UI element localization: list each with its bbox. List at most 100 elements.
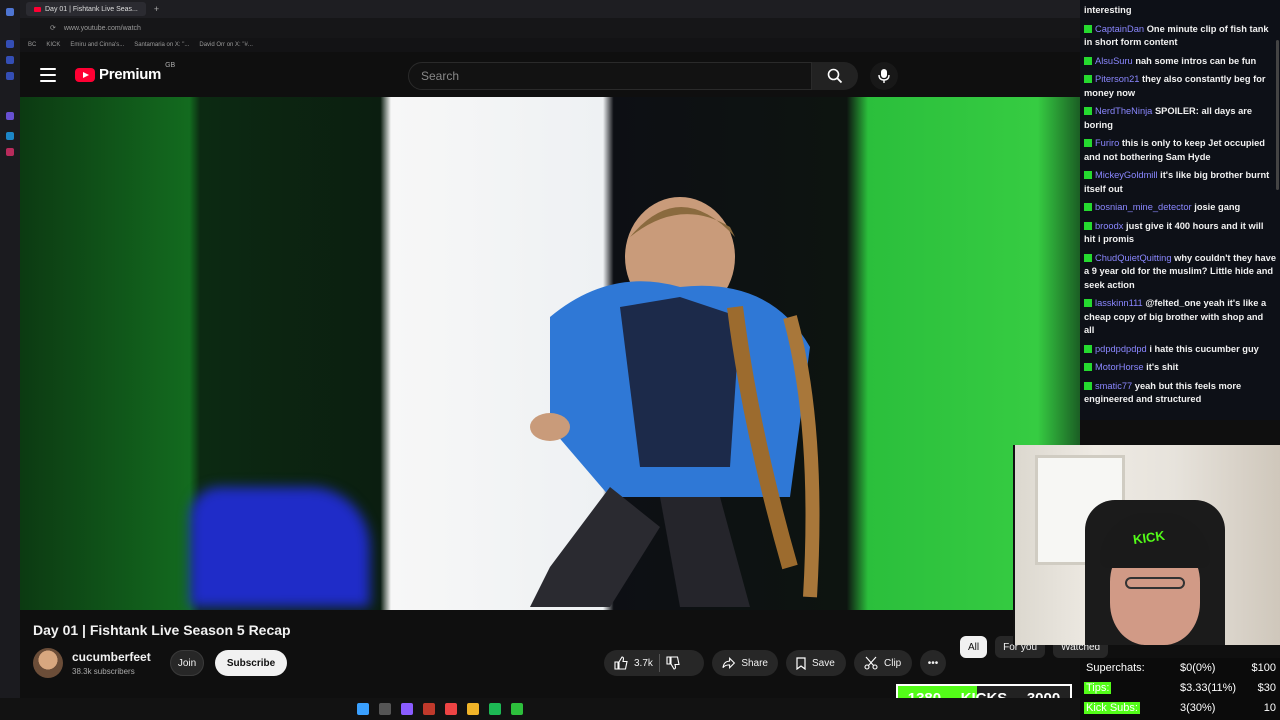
os-taskbar: [0, 698, 1080, 720]
kick-badge-icon: [1084, 299, 1092, 307]
chat-message: AlsuSuru nah some intros can be fun: [1084, 55, 1276, 69]
logo-text: Premium: [99, 66, 162, 83]
browser-taskbar-icon[interactable]: [445, 703, 457, 715]
sidebar-app-icon[interactable]: [6, 72, 14, 80]
stats-value: 3(30%): [1180, 702, 1216, 714]
bookmark-item[interactable]: BC: [28, 42, 36, 48]
browser-icon[interactable]: [6, 8, 14, 16]
kick-badge-icon: [1084, 363, 1092, 371]
app-taskbar-icon[interactable]: [401, 703, 413, 715]
join-button[interactable]: Join: [170, 650, 204, 676]
browser-tab[interactable]: Day 01 | Fishtank Live Seas...: [26, 2, 146, 16]
new-tab-icon[interactable]: +: [154, 4, 159, 14]
webcam-glasses: [1125, 577, 1185, 589]
chat-scrollbar[interactable]: [1276, 40, 1279, 190]
chat-message: Piterson21 they also constantly beg for …: [1084, 73, 1276, 100]
like-icon[interactable]: [614, 656, 628, 670]
kick-badge-icon: [1084, 139, 1092, 147]
xbox-taskbar-icon[interactable]: [511, 703, 523, 715]
chat-message: ChudQuietQuitting why couldn't they have…: [1084, 252, 1276, 293]
stream-stats-panel: Superchats: $0(0%) $100 Tips: $3.33(11%)…: [1080, 658, 1280, 720]
youtube-favicon-icon: [34, 6, 41, 12]
search-input[interactable]: Search: [408, 62, 812, 90]
voice-search-button[interactable]: [870, 62, 898, 90]
share-label: Share: [741, 657, 768, 669]
chat-message: MickeyGoldmill it's like big brother bur…: [1084, 169, 1276, 196]
reload-icon[interactable]: ⟳: [50, 24, 56, 32]
share-button[interactable]: Share: [712, 650, 778, 676]
video-player[interactable]: [20, 97, 1080, 610]
kick-badge-icon: [1084, 171, 1092, 179]
stats-row: Superchats: $0(0%) $100: [1080, 658, 1280, 678]
kick-badge-icon: [1084, 107, 1092, 115]
share-icon: [722, 657, 736, 669]
url-text[interactable]: www.youtube.com/watch: [64, 25, 141, 32]
youtube-premium-logo[interactable]: Premium GB: [75, 62, 175, 83]
chat-username[interactable]: ChudQuietQuitting: [1095, 253, 1172, 263]
chat-message: bosnian_mine_detector josie gang: [1084, 201, 1276, 215]
youtube-header: Premium GB Search: [20, 56, 1080, 96]
kick-badge-icon: [1084, 344, 1092, 353]
bookmark-item[interactable]: Santamaria on X: "...: [134, 42, 189, 48]
address-bar[interactable]: ⟳ www.youtube.com/watch: [20, 18, 1080, 38]
chat-message: lasskinn111 @felted_one yeah it's like a…: [1084, 297, 1276, 338]
sidebar-app-icon[interactable]: [6, 112, 14, 120]
dislike-icon[interactable]: [666, 656, 680, 670]
chat-message: NerdTheNinja SPOILER: all days are borin…: [1084, 105, 1276, 132]
chat-message: pdpdpdpdpd i hate this cucumber guy: [1084, 343, 1276, 357]
kick-badge-icon: [1084, 24, 1092, 33]
region-label: GB: [165, 62, 176, 69]
stats-value: $0(0%): [1180, 662, 1216, 674]
more-actions-button[interactable]: •••: [920, 650, 946, 676]
spotify-taskbar-icon[interactable]: [489, 703, 501, 715]
chat-username[interactable]: MotorHorse: [1095, 362, 1144, 372]
search-taskbar-icon[interactable]: [379, 703, 391, 715]
chat-username[interactable]: MickeyGoldmill: [1095, 170, 1158, 180]
chat-username[interactable]: smatic77: [1095, 381, 1132, 391]
chat-text: i hate this cucumber guy: [1149, 343, 1259, 354]
chat-username[interactable]: lasskinn111: [1095, 298, 1143, 308]
sidebar-app-icon[interactable]: [6, 40, 14, 48]
stats-goal: $30: [1257, 682, 1276, 694]
chat-username[interactable]: NerdTheNinja: [1095, 106, 1152, 116]
folder-taskbar-icon[interactable]: [467, 703, 479, 715]
menu-icon[interactable]: [40, 68, 56, 82]
stats-label: Kick Subs:: [1084, 702, 1140, 714]
stream-chat: interesting CaptainDan One minute clip o…: [1080, 0, 1280, 420]
save-button[interactable]: Save: [786, 650, 846, 676]
search-button[interactable]: [812, 62, 858, 90]
sidebar-app-icon[interactable]: [6, 132, 14, 140]
tab-bar: Day 01 | Fishtank Live Seas... +: [20, 0, 1080, 18]
clip-button[interactable]: Clip: [854, 650, 912, 676]
sidebar-app-icon[interactable]: [6, 148, 14, 156]
stats-label: Tips:: [1084, 682, 1112, 694]
channel-name[interactable]: cucumberfeet: [72, 650, 151, 664]
stats-row: Kick Subs: 3(30%) 10: [1080, 698, 1280, 718]
bookmark-item[interactable]: Emiru and Cinna's...: [70, 42, 124, 48]
bookmark-item[interactable]: David Orr on X: "#...: [199, 42, 252, 48]
kick-badge-icon: [1084, 253, 1092, 262]
chat-username[interactable]: Piterson21: [1095, 74, 1139, 84]
chat-username[interactable]: pdpdpdpdpd: [1095, 344, 1147, 354]
search-icon: [827, 68, 843, 84]
streamer-webcam: KICK: [1013, 445, 1280, 645]
like-dislike-group: 3.7k: [604, 650, 704, 676]
chat-username[interactable]: AlsuSuru: [1095, 56, 1133, 66]
kick-badge-icon: [1084, 56, 1092, 65]
chat-username[interactable]: broodx: [1095, 221, 1123, 231]
chip-all[interactable]: All: [960, 636, 988, 658]
bookmark-icon: [796, 656, 806, 670]
windows-start-icon[interactable]: [357, 703, 369, 715]
app-taskbar-icon[interactable]: [423, 703, 435, 715]
chat-username[interactable]: CaptainDan: [1095, 24, 1144, 34]
subscribe-button[interactable]: Subscribe: [215, 650, 287, 676]
like-count[interactable]: 3.7k: [634, 658, 653, 669]
save-label: Save: [812, 657, 835, 669]
chat-message: interesting: [1084, 4, 1276, 18]
bookmark-item[interactable]: KICK: [46, 42, 60, 48]
channel-avatar[interactable]: [33, 648, 63, 678]
chat-username[interactable]: Furiro: [1095, 138, 1119, 148]
sidebar-app-icon[interactable]: [6, 56, 14, 64]
kick-badge-icon: [1084, 203, 1092, 211]
chat-username[interactable]: bosnian_mine_detector: [1095, 202, 1192, 212]
